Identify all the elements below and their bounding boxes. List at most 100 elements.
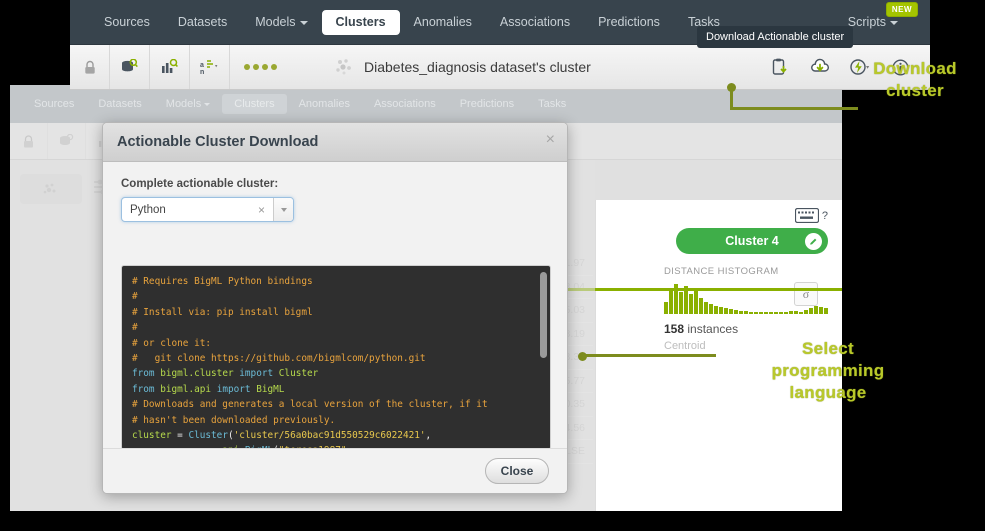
- instances-count: 158: [664, 322, 685, 336]
- sigma-toggle-button[interactable]: σ: [794, 282, 818, 306]
- cluster-name-pill[interactable]: Cluster 4: [676, 228, 828, 254]
- nav-models[interactable]: Models: [241, 10, 321, 35]
- bg-nav-tasks[interactable]: Tasks: [526, 94, 578, 114]
- leader-line-download-horizontal: [730, 107, 858, 110]
- histogram-bar: [809, 308, 813, 314]
- histogram-bar: [669, 288, 673, 314]
- histogram-bar: [739, 311, 743, 314]
- modal-footer: Close: [103, 448, 567, 493]
- nav-datasets-label: Datasets: [177, 15, 228, 29]
- histogram-bar: [689, 294, 693, 314]
- keyboard-shortcut-hint[interactable]: ?: [794, 208, 828, 223]
- language-select-value: Python: [130, 203, 166, 216]
- bg-nav-clusters-label: Clusters: [234, 98, 275, 110]
- nav-associations[interactable]: Associations: [486, 10, 584, 35]
- histogram-bar: [724, 308, 728, 314]
- histogram-bar: [774, 312, 778, 314]
- bg-nav-anomalies-label: Anomalies: [298, 98, 350, 110]
- cluster-view-chip[interactable]: [20, 174, 82, 204]
- histogram-bar: [784, 312, 788, 314]
- histogram-bar: [664, 302, 668, 314]
- bg-nav-associations[interactable]: Associations: [362, 94, 448, 114]
- chevron-down-icon: [204, 102, 211, 106]
- bg-nav-datasets[interactable]: Datasets: [86, 94, 153, 114]
- resource-title: Diabetes_diagnosis dataset's cluster: [291, 57, 760, 77]
- clipboard-download-icon[interactable]: [760, 45, 800, 89]
- nav-datasets[interactable]: Datasets: [164, 10, 241, 35]
- dataset-search-icon[interactable]: [110, 45, 150, 89]
- background-nav-items: Sources Datasets Models Clusters Anomali…: [22, 85, 578, 123]
- histogram-bar: [714, 306, 718, 314]
- histogram-bar: [814, 306, 818, 314]
- histogram-bar: [819, 307, 823, 314]
- nav-predictions-label: Predictions: [598, 15, 660, 29]
- histogram-bar: [754, 312, 758, 314]
- nav-scripts-label: Scripts: [847, 15, 886, 29]
- code-line: # hasn't been downloaded previously.: [132, 414, 336, 426]
- histogram-bar: [699, 298, 703, 314]
- svg-text:a: a: [200, 62, 204, 69]
- leader-line-language: [582, 354, 716, 357]
- language-select[interactable]: Python ×: [121, 197, 294, 222]
- close-button[interactable]: Close: [485, 458, 549, 484]
- histogram-bar: [789, 311, 793, 314]
- dataset-search-icon: [48, 123, 86, 159]
- histogram-bar: [709, 304, 713, 314]
- resource-toolbar: an Diabetes_diagnosis dataset's cluster: [70, 45, 930, 90]
- annotation-download-cluster: Download cluster: [873, 59, 957, 100]
- chevron-down-icon: [890, 20, 898, 25]
- close-icon[interactable]: ×: [546, 132, 555, 148]
- code-line: # or clone it:: [132, 337, 212, 349]
- histogram-bar: [734, 310, 738, 314]
- code-scrollbar[interactable]: [540, 272, 547, 358]
- bg-nav-predictions-label: Predictions: [459, 98, 515, 110]
- actionable-cluster-download-modal: Actionable Cluster Download × Complete a…: [102, 122, 568, 494]
- lock-icon[interactable]: [70, 45, 110, 89]
- code-line: # git clone https://github.com/bigmlcom/…: [132, 353, 426, 365]
- model-chart-search-icon[interactable]: [150, 45, 190, 89]
- modal-body: Complete actionable cluster: Python × # …: [103, 162, 567, 450]
- bg-nav-tasks-label: Tasks: [538, 98, 567, 110]
- histogram-bar: [794, 311, 798, 314]
- new-badge: NEW: [885, 2, 918, 17]
- bg-nav-sources[interactable]: Sources: [22, 94, 86, 114]
- modal-header: Actionable Cluster Download ×: [103, 123, 567, 162]
- histogram-bar: [799, 312, 803, 314]
- bg-nav-sources-label: Sources: [34, 98, 75, 110]
- histogram-bar: [679, 292, 683, 314]
- code-line: #: [132, 291, 138, 303]
- foreground-bigml-window: Sources Datasets Models Clusters Anomali…: [70, 0, 930, 90]
- modal-title: Actionable Cluster Download: [117, 134, 319, 150]
- lock-icon: [10, 123, 48, 159]
- nav-anomalies-label: Anomalies: [413, 15, 472, 29]
- histogram-bar: [759, 312, 763, 314]
- histogram-bar: [804, 310, 808, 314]
- code-line: from bigml.api import BigML: [132, 383, 285, 395]
- clear-icon[interactable]: ×: [258, 203, 273, 217]
- histogram-bar: [764, 312, 768, 314]
- language-field-label: Complete actionable cluster:: [121, 178, 279, 190]
- chevron-down-icon[interactable]: [273, 198, 293, 221]
- histogram-bar: [769, 312, 773, 314]
- bg-nav-predictions[interactable]: Predictions: [448, 94, 526, 114]
- main-nav-items: Sources Datasets Models Clusters Anomali…: [90, 0, 734, 45]
- histogram-bar: [744, 311, 748, 314]
- chevron-down-icon: [299, 20, 308, 25]
- code-line: #: [132, 322, 138, 334]
- nav-predictions[interactable]: Predictions: [584, 10, 674, 35]
- cluster-name-label: Cluster 4: [725, 234, 779, 248]
- histogram-bar: [824, 308, 828, 314]
- pencil-icon[interactable]: [805, 232, 822, 250]
- nav-clusters[interactable]: Clusters: [321, 10, 400, 35]
- code-line: cluster = Cluster('cluster/56a0bac91d550…: [132, 430, 432, 442]
- cluster-sort-dropdown-icon[interactable]: an: [190, 45, 230, 89]
- cloud-download-icon[interactable]: [800, 45, 840, 89]
- bg-nav-models[interactable]: Models: [154, 94, 222, 114]
- nav-sources[interactable]: Sources: [90, 10, 164, 35]
- histogram-bar: [729, 309, 733, 314]
- histogram-bar: [694, 290, 698, 314]
- nav-anomalies[interactable]: Anomalies: [400, 10, 486, 35]
- bg-nav-clusters[interactable]: Clusters: [222, 94, 287, 114]
- bg-nav-anomalies[interactable]: Anomalies: [287, 94, 362, 114]
- code-line: # Downloads and generates a local versio…: [132, 399, 488, 411]
